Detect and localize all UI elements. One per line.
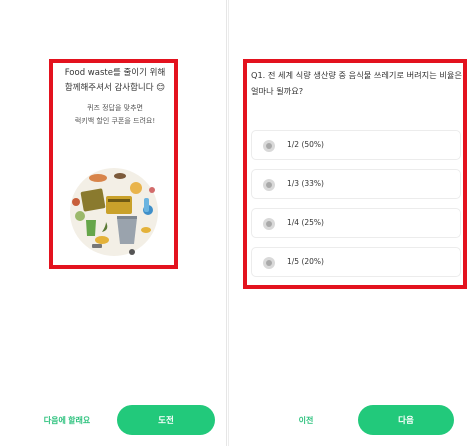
quiz-question: Q1. 전 세계 식량 생산량 중 음식물 쓰레기로 버려지는 비율은 얼마나 …: [251, 70, 462, 96]
option-3[interactable]: 1/4 (25%): [251, 208, 461, 238]
quiz-screen: Q1. 전 세계 식량 생산량 중 음식물 쓰레기로 버려지는 비율은 얼마나 …: [228, 0, 475, 446]
radio-icon: [263, 140, 275, 152]
thanks-subtitle: 퀴즈 정답을 맞추면 럭키백 할인 쿠폰을 드려요!: [57, 102, 173, 128]
thanks-title-line-2: 함께해주셔서 감사합니다 😊: [64, 83, 166, 93]
thanks-screen: Food waste를 줄이기 위해 함께해주셔서 감사합니다 😊 퀴즈 정답을…: [0, 0, 227, 446]
radio-icon: [263, 257, 275, 269]
radio-icon: [263, 179, 275, 191]
food-waste-illustration: [70, 168, 158, 256]
option-label: 1/3 (33%): [287, 179, 324, 188]
option-label: 1/5 (20%): [287, 257, 324, 266]
radio-icon: [263, 218, 275, 230]
thanks-title-line-1: Food waste를 줄이기 위해: [64, 68, 166, 78]
try-button[interactable]: 도전: [117, 405, 215, 435]
next-button[interactable]: 다음: [358, 405, 454, 435]
option-label: 1/4 (25%): [287, 218, 324, 227]
prev-button[interactable]: 이전: [291, 415, 321, 426]
option-1[interactable]: 1/2 (50%): [251, 130, 461, 160]
thanks-subtitle-line-2: 럭키백 할인 쿠폰을 드려요!: [74, 117, 156, 125]
skip-button[interactable]: 다음에 할래요: [36, 415, 98, 426]
option-4[interactable]: 1/5 (20%): [251, 247, 461, 277]
thanks-subtitle-line-1: 퀴즈 정답을 맞추면: [87, 104, 143, 112]
option-label: 1/2 (50%): [287, 140, 324, 149]
option-2[interactable]: 1/3 (33%): [251, 169, 461, 199]
thanks-title: Food waste를 줄이기 위해 함께해주셔서 감사합니다 😊: [57, 66, 173, 96]
